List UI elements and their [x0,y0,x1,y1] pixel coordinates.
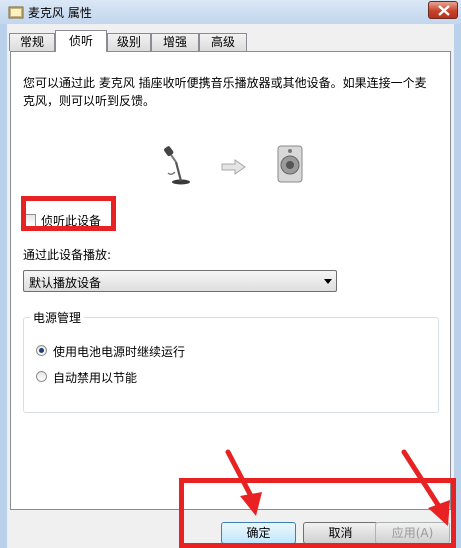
playback-device-value: 默认播放设备 [29,276,102,290]
tab-enhancements[interactable]: 增强 [151,33,199,51]
power-management-group: 电源管理 使用电池电源时继续运行 自动禁用以节能 [23,309,439,413]
close-icon [438,5,450,16]
microphone-icon [164,146,190,185]
properties-dialog: 常规 侦听 级别 增强 高级 您可以通过此 麦克风 插座收听便携音乐播放器或其他… [7,24,454,548]
tab-advanced[interactable]: 高级 [199,33,247,51]
arrow-right-icon [221,159,246,175]
speaker-icon [277,145,303,183]
title-bar: 麦克风 属性 [0,0,461,24]
listen-to-device-label: 侦听此设备 [41,214,102,228]
ok-button[interactable]: 确定 [221,522,296,544]
playback-through-label: 通过此设备播放: [23,248,112,262]
chevron-down-icon [324,279,332,284]
tab-levels[interactable]: 级别 [107,33,151,51]
close-button[interactable] [428,1,458,19]
tab-general[interactable]: 常规 [9,33,55,51]
playback-device-select[interactable]: 默认播放设备 [23,270,337,292]
window-title: 麦克风 属性 [28,6,92,20]
radio-button[interactable] [36,345,47,356]
listen-description: 您可以通过此 麦克风 插座收听便携音乐播放器或其他设备。如果连接一个麦克风，则可… [23,76,427,108]
apply-button[interactable]: 应用(A) [375,522,450,544]
tab-listen[interactable]: 侦听 [55,30,107,52]
radio-continue-on-battery-label: 使用电池电源时继续运行 [53,345,186,359]
power-management-title: 电源管理 [30,309,85,326]
radio-button[interactable] [36,371,47,382]
radio-auto-disable-label: 自动禁用以节能 [53,371,138,385]
listen-to-device-checkbox[interactable] [23,214,36,227]
microphone-icon [8,6,24,19]
cancel-button[interactable]: 取消 [303,522,378,544]
